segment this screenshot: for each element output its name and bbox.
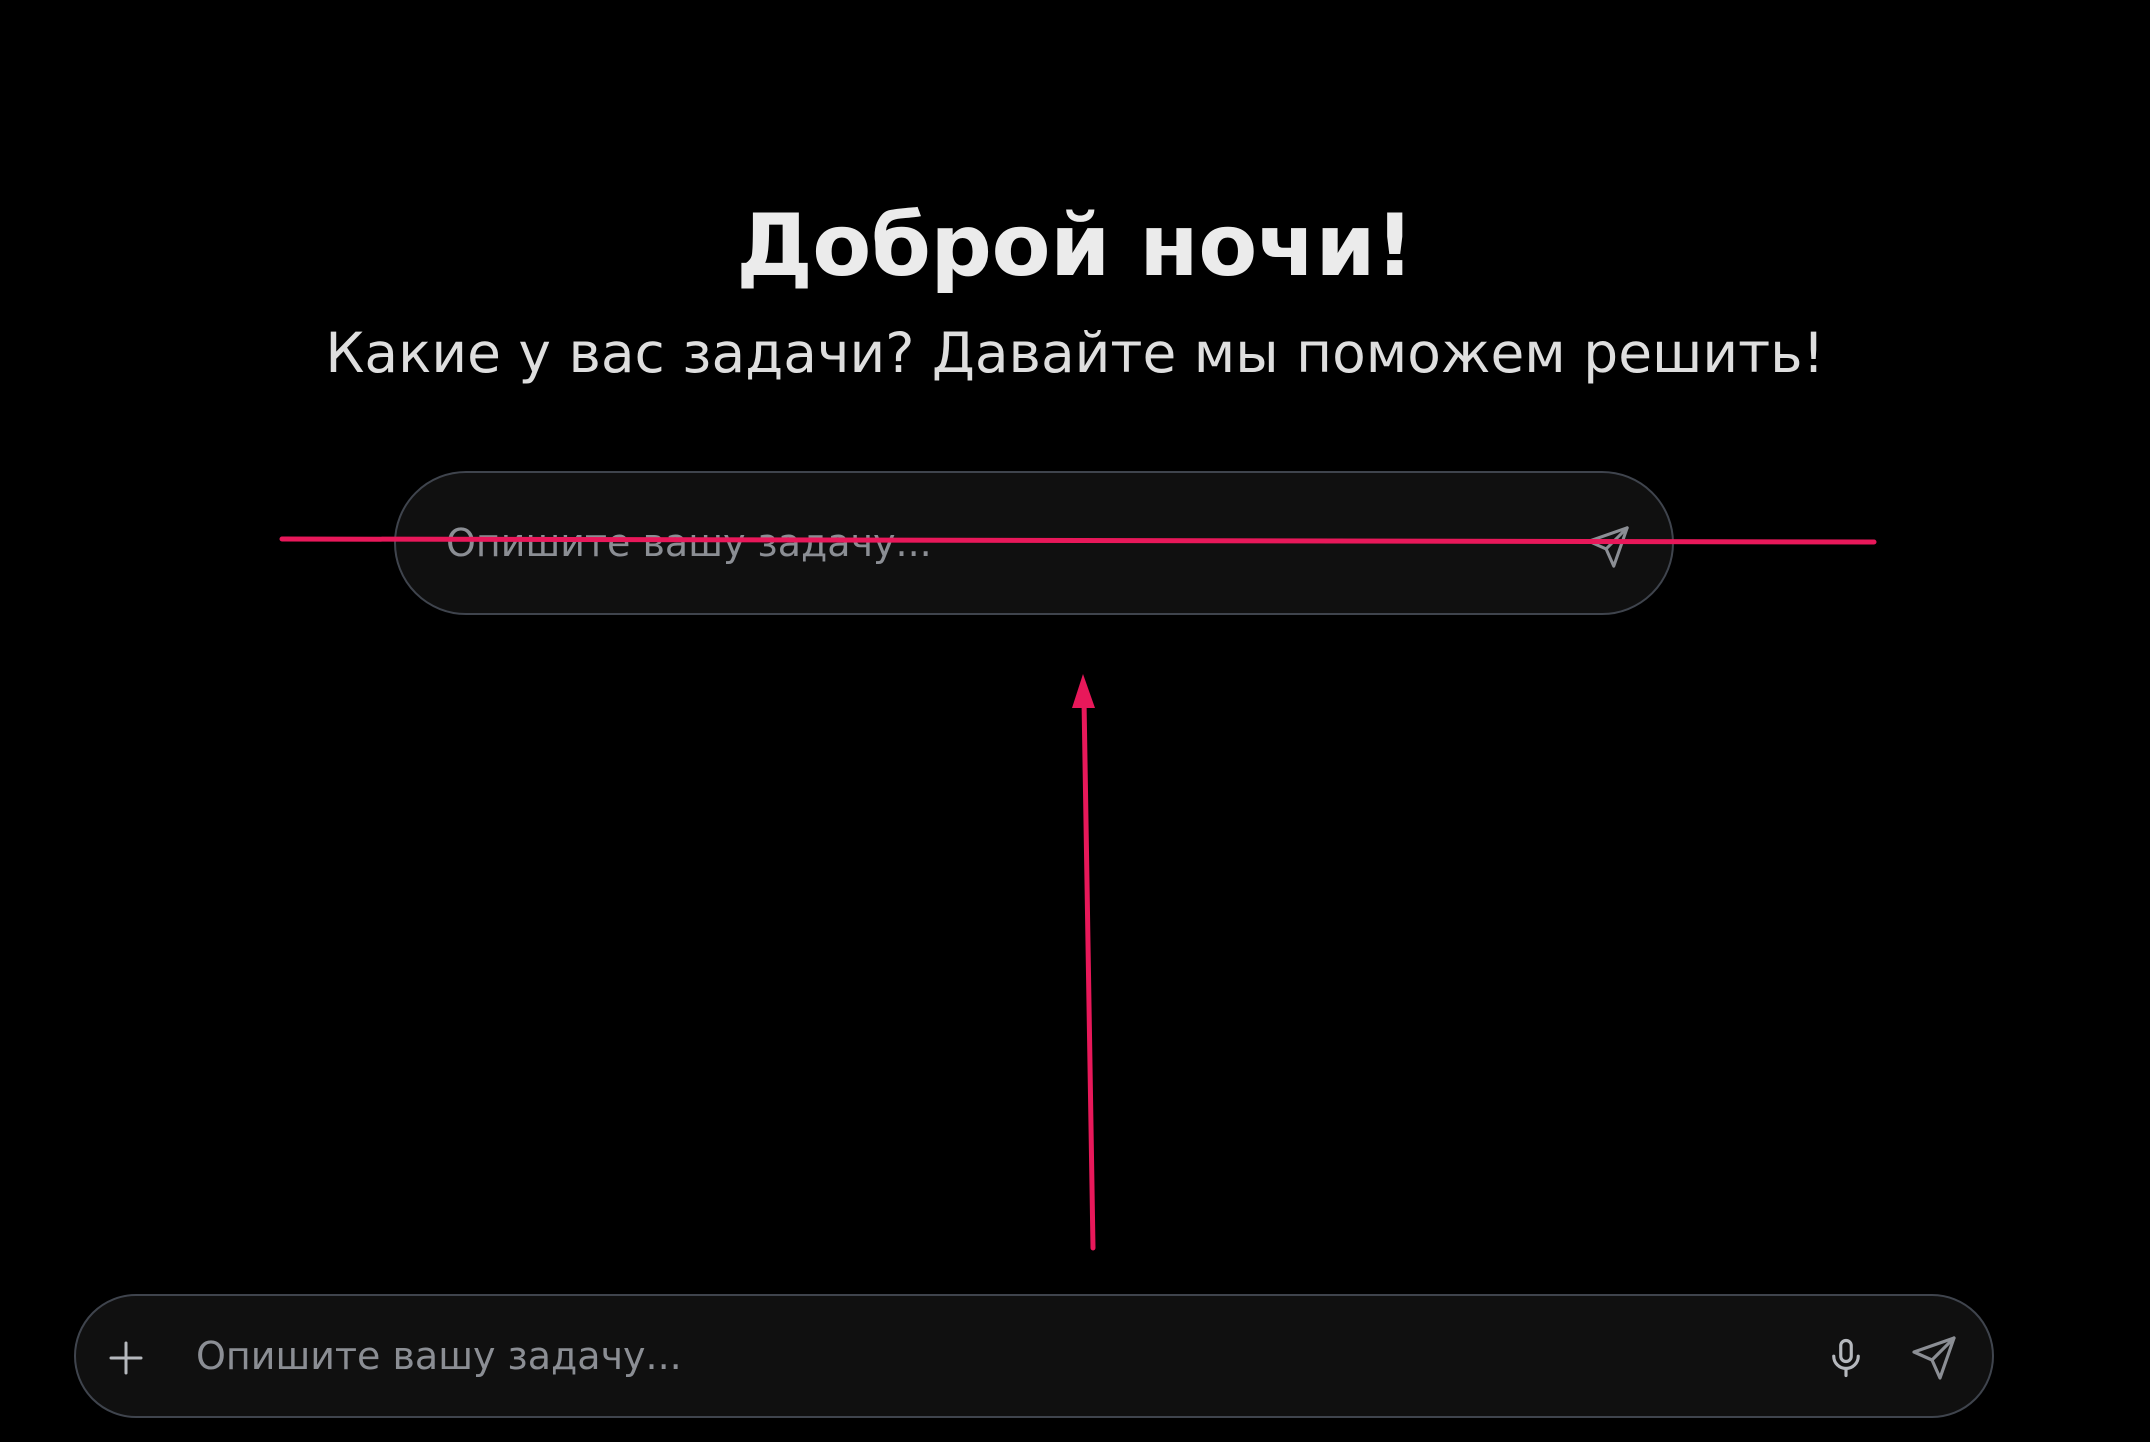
send-icon [1587, 526, 1629, 568]
bottom-input-bar[interactable] [74, 1294, 1994, 1418]
arrow-head [1072, 674, 1095, 708]
send-icon [1912, 1336, 1956, 1380]
attach-button[interactable] [94, 1326, 158, 1390]
arrow-shaft [1081, 697, 1096, 1251]
page-title: Доброй ночи! [736, 196, 1414, 296]
plus-icon [109, 1341, 143, 1375]
microphone-button[interactable] [1814, 1326, 1878, 1390]
subtitle: Какие у вас задачи? Давайте мы поможем р… [325, 321, 1825, 385]
task-input[interactable] [196, 1328, 1736, 1384]
send-button[interactable] [1902, 1326, 1966, 1390]
hero-input-container[interactable] [394, 471, 1674, 615]
hero-task-input[interactable] [446, 515, 1526, 571]
hero-send-button[interactable] [1576, 515, 1640, 579]
microphone-icon [1832, 1338, 1860, 1378]
